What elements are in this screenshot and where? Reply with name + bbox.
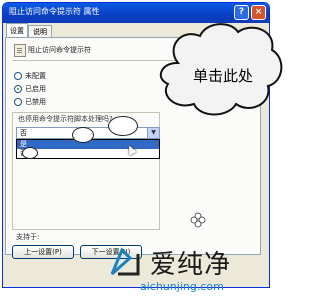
decoration-flower-icon xyxy=(190,212,206,228)
radio-enabled-label: 已启用 xyxy=(25,85,46,93)
annotation-bubble-small xyxy=(72,127,94,143)
select-value: 否 xyxy=(20,129,27,137)
supported-on-label: 支持于: xyxy=(16,233,40,241)
tab-settings[interactable]: 设置 xyxy=(6,23,28,38)
annotation-bubble-medium xyxy=(108,116,138,136)
policy-name: 阻止访问命令提示符 xyxy=(28,46,91,54)
dropdown-option-no[interactable]: 否 xyxy=(17,149,159,158)
site-brand-text: 爱纯净 xyxy=(150,250,232,280)
options-title: 也停用命令提示符脚本处理吗? xyxy=(18,115,113,123)
radio-not-configured-label: 未配置 xyxy=(25,72,46,80)
site-url: aichunjing.com xyxy=(140,280,224,293)
window-title: 阻止访问命令提示符 属性 xyxy=(9,7,100,16)
site-logo-icon xyxy=(110,247,140,276)
radio-disabled-label: 已禁用 xyxy=(25,98,46,106)
site-watermark: 爱纯净 aichunjing.com xyxy=(100,244,290,294)
radio-not-configured[interactable] xyxy=(14,72,22,80)
policy-icon xyxy=(14,44,26,57)
previous-setting-button[interactable]: 上一设置(P) xyxy=(12,245,74,259)
radio-enabled[interactable] xyxy=(14,85,22,93)
annotation-bubble-tiny xyxy=(22,147,38,159)
radio-disabled[interactable] xyxy=(14,98,22,106)
chevron-down-icon[interactable]: ▼ xyxy=(147,128,159,138)
callout-text: 单击此处 xyxy=(193,67,254,85)
